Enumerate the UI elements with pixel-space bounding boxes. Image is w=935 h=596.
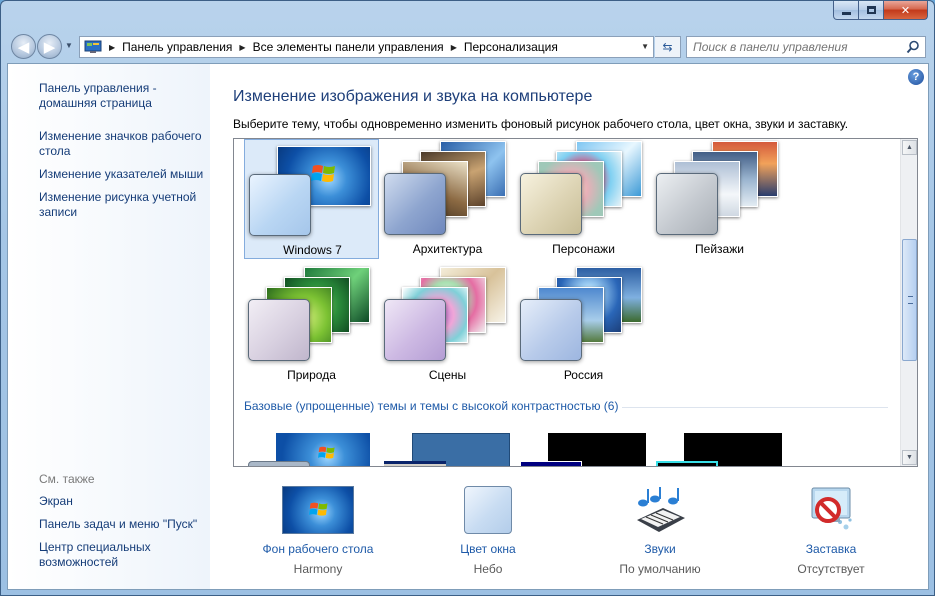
window-color-swatch (520, 299, 582, 361)
theme-label: Персонажи (552, 242, 615, 256)
breadcrumb-all-items[interactable]: Все элементы панели управления (253, 40, 444, 54)
help-button[interactable]: ? (908, 69, 924, 85)
page-title: Изменение изображения и звука на компьют… (233, 88, 593, 105)
screensaver-setting[interactable]: Заставка Отсутствует (741, 486, 921, 581)
theme-windows7[interactable]: Windows 7 (244, 139, 379, 259)
basic-theme-high-contrast-1[interactable] (520, 431, 646, 466)
page-subtitle: Выберите тему, чтобы одновременно измени… (233, 117, 849, 131)
breadcrumb-personalization[interactable]: Персонализация (464, 40, 558, 54)
window-color-swatch (384, 173, 446, 235)
setting-value: Отсутствует (797, 562, 865, 576)
theme-architecture[interactable]: Архитектура (380, 139, 515, 259)
windows-logo-icon (309, 502, 328, 516)
theme-label: Сцены (428, 368, 467, 382)
sidebar-link-account-picture[interactable]: Изменение рисунка учетной записи (39, 190, 209, 220)
window-color-setting[interactable]: Цвет окна Небо (398, 486, 578, 581)
breadcrumb-arrow-icon: ▶ (109, 42, 116, 52)
see-also-heading: См. также (39, 472, 95, 486)
setting-title[interactable]: Заставка (741, 542, 921, 556)
see-also-ease-of-access[interactable]: Центр специальных возможностей (39, 540, 209, 570)
arrow-right-icon: ▶ (43, 38, 56, 56)
window-color-swatch (520, 173, 582, 235)
theme-russia[interactable]: Россия (516, 265, 651, 385)
maximize-icon (866, 6, 876, 14)
window-color-swatch (520, 461, 582, 466)
desktop-background-icon (282, 486, 354, 534)
theme-landscapes[interactable]: Пейзажи (652, 139, 787, 259)
refresh-button[interactable]: ⇆ (655, 36, 681, 58)
sidebar-link-home[interactable]: Панель управления - домашняя страница (39, 81, 209, 111)
setting-value: По умолчанию (619, 562, 701, 576)
section-divider (622, 407, 888, 408)
minimize-icon (841, 11, 851, 15)
breadcrumb: ▶ Панель управления ▶ Все элементы панел… (102, 40, 558, 54)
screensaver-icon (811, 487, 852, 530)
breadcrumb-control-panel[interactable]: Панель управления (122, 40, 232, 54)
close-icon: ✕ (900, 4, 911, 17)
basic-theme-windows-classic[interactable] (384, 431, 510, 466)
setting-value: Небо (473, 562, 503, 576)
window-color-swatch (248, 461, 310, 466)
theme-label: Windows 7 (283, 243, 342, 257)
theme-label: Природа (287, 368, 336, 382)
window-color-swatch (384, 299, 446, 361)
scroll-up-icon[interactable]: ▲ (902, 140, 917, 155)
gallery-scrollbar[interactable]: ▲ ▼ (900, 139, 917, 466)
address-bar[interactable]: ▶ Панель управления ▶ Все элементы панел… (79, 36, 654, 58)
scroll-thumb[interactable] (902, 239, 917, 361)
search-input[interactable] (693, 40, 903, 54)
address-dropdown-icon[interactable]: ▼ (641, 42, 649, 51)
basic-theme-windows7-basic[interactable] (248, 431, 370, 466)
sidebar: Панель управления - домашняя страница Из… (8, 64, 210, 589)
scroll-down-icon[interactable]: ▼ (902, 450, 917, 465)
refresh-icon: ⇆ (662, 40, 673, 54)
basic-themes-heading[interactable]: Базовые (упрощенные) темы и темы с высок… (244, 399, 618, 413)
maximize-button[interactable] (859, 1, 884, 20)
control-panel-icon (84, 40, 102, 53)
close-button[interactable]: ✕ (884, 1, 928, 20)
setting-title[interactable]: Цвет окна (398, 542, 578, 556)
theme-label: Россия (563, 368, 604, 382)
setting-title[interactable]: Звуки (570, 542, 750, 556)
window-color-swatch (384, 461, 446, 466)
help-icon: ? (912, 71, 920, 83)
windows-logo-icon (318, 446, 335, 459)
breadcrumb-arrow-icon[interactable]: ▶ (451, 43, 457, 52)
theme-label: Архитектура (412, 242, 483, 256)
window-color-swatch (656, 461, 718, 466)
theme-scenes[interactable]: Сцены (380, 265, 515, 385)
see-also-display[interactable]: Экран (39, 494, 209, 509)
breadcrumb-arrow-icon[interactable]: ▶ (239, 43, 245, 52)
grip-icon (908, 296, 913, 304)
basic-theme-high-contrast-2[interactable] (656, 431, 782, 466)
see-also-taskbar[interactable]: Панель задач и меню "Пуск" (39, 517, 209, 532)
theme-nature[interactable]: Природа (244, 265, 379, 385)
minimize-button[interactable] (833, 1, 859, 20)
navigation-bar: ◀ ▶ ▼ ▶ Панель управления ▶ Все элементы… (7, 31, 930, 61)
sounds-setting[interactable]: Звуки По умолчанию (570, 486, 750, 581)
sidebar-link-mouse-pointers[interactable]: Изменение указателей мыши (39, 167, 209, 182)
desktop-background-setting[interactable]: Фон рабочего стола Harmony (228, 486, 408, 581)
recent-pages-dropdown[interactable]: ▼ (65, 41, 73, 50)
window-color-swatch (656, 173, 718, 235)
forward-button[interactable]: ▶ (37, 34, 62, 59)
caption-buttons: ✕ (833, 1, 928, 21)
theme-label: Пейзажи (695, 242, 744, 256)
windows-logo-icon (311, 165, 335, 182)
search-icon[interactable] (906, 40, 920, 54)
theme-gallery: Windows 7 Архитектура Персонажи Пейзажи … (233, 138, 918, 467)
window-color-swatch (248, 299, 310, 361)
window-color-swatch (249, 174, 311, 236)
theme-characters[interactable]: Персонажи (516, 139, 651, 259)
personalization-window: ✕ ◀ ▶ ▼ ▶ Панель управления ▶ Все элемен… (0, 0, 935, 596)
window-color-icon (464, 486, 512, 534)
arrow-left-icon: ◀ (17, 38, 30, 56)
sidebar-link-desktop-icons[interactable]: Изменение значков рабочего стола (39, 129, 209, 159)
setting-value: Harmony (293, 562, 343, 576)
search-box[interactable] (686, 36, 926, 58)
back-button[interactable]: ◀ (11, 34, 36, 59)
setting-title[interactable]: Фон рабочего стола (228, 542, 408, 556)
sounds-icon (637, 487, 685, 532)
content-area: Панель управления - домашняя страница Из… (7, 63, 929, 590)
